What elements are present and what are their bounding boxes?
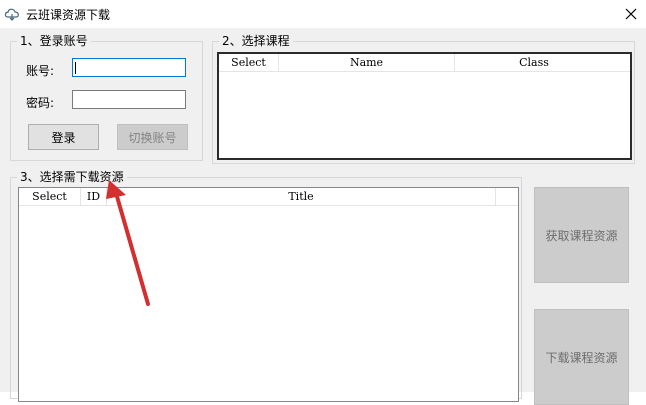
close-icon xyxy=(625,8,637,20)
column-header-name[interactable]: Name xyxy=(279,54,455,71)
title-bar: 云班课资源下载 xyxy=(0,0,646,28)
login-group-legend: 1、登录账号 xyxy=(17,34,91,48)
resource-list-header: Select ID Title xyxy=(19,188,518,206)
login-button[interactable]: 登录 xyxy=(28,124,99,150)
account-input[interactable] xyxy=(72,58,186,77)
login-group: 1、登录账号 账号: 密码: 登录 切换账号 xyxy=(10,34,203,161)
download-resources-button[interactable]: 下载课程资源 xyxy=(534,309,629,405)
close-button[interactable] xyxy=(616,0,646,28)
password-label: 密码: xyxy=(26,96,55,110)
column-header-select[interactable]: Select xyxy=(219,54,279,71)
text-caret xyxy=(75,62,76,74)
main-content: 1、登录账号 账号: 密码: 登录 切换账号 2、选择课程 Select Nam… xyxy=(0,28,646,405)
fetch-resources-button[interactable]: 获取课程资源 xyxy=(534,187,629,283)
resource-group: 3、选择需下载资源 Select ID Title xyxy=(10,170,522,402)
app-window: 云班课资源下载 1、登录账号 账号: 密码: 登录 切换账号 2、选择课程 Se… xyxy=(0,0,646,405)
password-input[interactable] xyxy=(72,90,186,109)
switch-account-button[interactable]: 切换账号 xyxy=(117,124,188,150)
resource-list[interactable]: Select ID Title xyxy=(18,187,519,402)
cloud-app-icon xyxy=(4,6,20,22)
course-list-header: Select Name Class xyxy=(219,54,630,72)
account-label: 账号: xyxy=(26,64,55,78)
column-header-title[interactable]: Title xyxy=(107,188,496,205)
course-list[interactable]: Select Name Class xyxy=(217,52,632,160)
course-group: 2、选择课程 Select Name Class xyxy=(212,34,635,164)
window-title: 云班课资源下载 xyxy=(26,8,111,22)
course-group-legend: 2、选择课程 xyxy=(219,34,293,48)
column-header-class[interactable]: Class xyxy=(455,54,613,71)
column-header-select[interactable]: Select xyxy=(19,188,81,205)
annotation-arrow-icon xyxy=(106,180,150,306)
